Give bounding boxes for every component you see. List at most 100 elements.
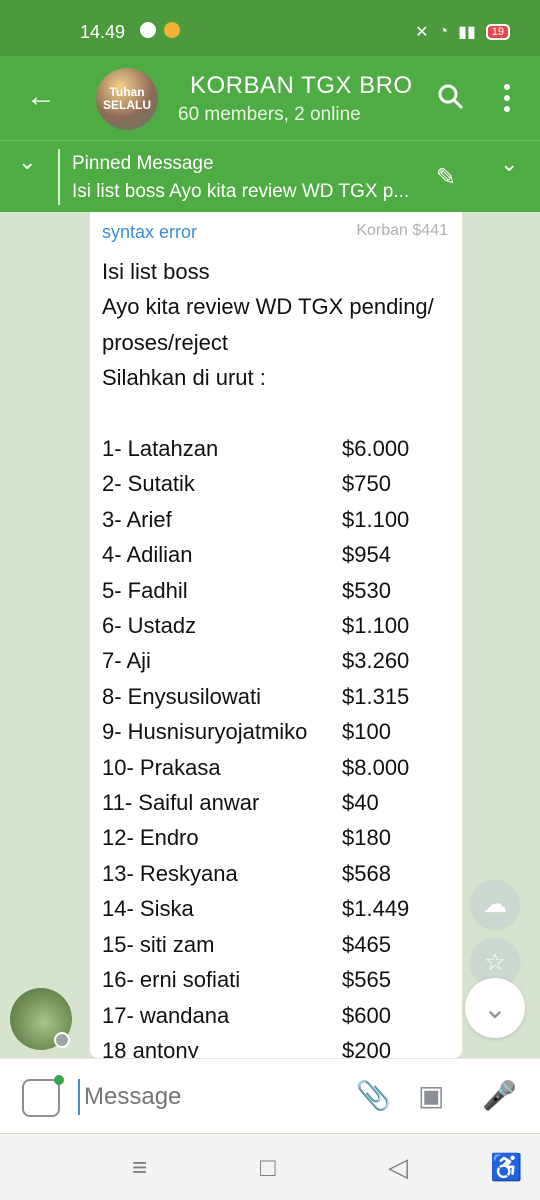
list-item-amount: $1.315: [342, 683, 410, 709]
list-item-amount: $200: [342, 1037, 391, 1058]
scroll-down-button[interactable]: ⌄: [465, 978, 525, 1038]
list-item-amount: $40: [342, 790, 379, 816]
list-item-amount: $530: [342, 577, 391, 603]
message-line: Isi list boss: [102, 259, 210, 284]
message-sender[interactable]: syntax error: [102, 222, 197, 243]
sender-avatar[interactable]: [10, 988, 72, 1050]
list-item-name: 8- Enysusilowati: [102, 683, 261, 709]
group-subtitle: 60 members, 2 online: [178, 104, 361, 125]
message-body: Isi list boss Ayo kita review WD TGX pen…: [102, 254, 454, 1058]
list-item: 2- Sutatik $750: [102, 466, 454, 501]
cloud-icon[interactable]: ☁: [471, 880, 519, 928]
list-item: 16- erni sofiati $565: [102, 962, 454, 997]
list-item-amount: $1.100: [342, 506, 410, 532]
list-item-name: 3- Arief: [102, 506, 172, 532]
back-arrow-icon[interactable]: ←: [26, 80, 56, 114]
list-item-name: 11- Saiful anwar: [102, 790, 260, 816]
avatar-text-bottom: SELALU: [103, 98, 151, 112]
list-item-name: 12- Endro: [102, 825, 199, 851]
message-line: Ayo kita review WD TGX pending/: [102, 294, 434, 320]
list-item-name: 17- wandana: [102, 1002, 230, 1028]
list-item-amount: $3.260: [342, 648, 410, 674]
pinned-message-bar[interactable]: ⌄ Pinned Message Isi list boss Ayo kita …: [0, 140, 540, 213]
list-item-name: 1- Latahzan: [102, 436, 219, 462]
emoji-badge: [54, 1075, 64, 1085]
list-item: 17- wandana $600: [102, 998, 454, 1033]
pinned-indicator: [58, 149, 60, 205]
list-item-name: 2- Sutatik: [102, 471, 195, 497]
home-icon[interactable]: □: [260, 1152, 276, 1183]
list-item: 6- Ustadz $1.100: [102, 608, 454, 643]
message-line: Silahkan di urut :: [102, 365, 266, 391]
list-item-amount: $100: [342, 719, 391, 745]
signal-icon: ▮▮: [458, 24, 476, 41]
list-item: 4- Adilian $954: [102, 537, 454, 572]
status-time: 14.49: [80, 22, 126, 42]
list-item-name: 9- Husnisuryojatmiko: [102, 719, 308, 745]
list-item: 13- Reskyana $568: [102, 856, 454, 891]
list-item-amount: $6.000: [342, 436, 410, 462]
list-item: 11- Saiful anwar $40: [102, 785, 454, 820]
list-item-amount: $565: [342, 967, 391, 993]
chevron-down-icon[interactable]: ⌄: [500, 151, 518, 177]
vibrate-icon: ✕: [415, 24, 429, 41]
list-item-amount: $465: [342, 931, 391, 957]
pinned-title: Pinned Message: [72, 153, 214, 174]
message-line: proses/reject: [102, 329, 228, 355]
list-item-name: 10- Prakasa: [102, 754, 221, 780]
system-navigation-bar: ≡ □ ◁ ♿: [0, 1134, 540, 1200]
emoji-icon[interactable]: [22, 1075, 64, 1117]
list-item-amount: $8.000: [342, 754, 410, 780]
chat-header: ← Tuhan SELALU KORBAN TGX BRO 60 members…: [0, 56, 540, 140]
search-icon[interactable]: [436, 82, 466, 112]
list-item-amount: $750: [342, 471, 391, 497]
list-item: 5- Fadhil $530: [102, 573, 454, 608]
accessibility-icon[interactable]: ♿: [490, 1152, 522, 1183]
presence-indicator: [54, 1032, 70, 1048]
app-notification-icon: [164, 22, 180, 38]
group-title[interactable]: KORBAN TGX BRO: [190, 72, 413, 100]
list-item: 9- Husnisuryojatmiko $100: [102, 714, 454, 749]
list-item: 14- Siska $1.449: [102, 891, 454, 926]
list-item-amount: $568: [342, 860, 391, 886]
list-item: 7- Aji $3.260: [102, 643, 454, 678]
list-item-name: 6- Ustadz: [102, 613, 197, 639]
chevron-down-icon[interactable]: ⌄: [18, 149, 36, 175]
sticker-icon[interactable]: ▣: [418, 1079, 444, 1112]
list-item-amount: $954: [342, 542, 391, 568]
list-item-amount: $600: [342, 1002, 391, 1028]
list-item-name: 15- siti zam: [102, 931, 215, 957]
list-item-name: 13- Reskyana: [102, 860, 238, 886]
list-item: 1- Latahzan $6.000: [102, 431, 454, 466]
list-item: 15- siti zam $465: [102, 927, 454, 962]
list-item-amount: $1.100: [342, 613, 410, 639]
pinned-text: Isi list boss Ayo kita review WD TGX p..…: [72, 181, 410, 202]
list-item: 3- Arief $1.100: [102, 502, 454, 537]
back-icon[interactable]: ◁: [388, 1152, 408, 1183]
recent-apps-icon[interactable]: ≡: [132, 1152, 147, 1183]
list-item-name: 4- Adilian: [102, 542, 193, 568]
list-item-name: 16- erni sofiati: [102, 967, 241, 993]
status-bar: 14.49 ✕ ◔ ▮▮ 19: [0, 0, 540, 56]
facebook-icon: [140, 22, 156, 38]
list-item-name: 14- Siska: [102, 896, 194, 922]
list-item-name: 5- Fadhil: [102, 577, 188, 603]
list-item-name: 7- Aji: [102, 648, 151, 674]
message-bubble[interactable]: syntax error Korban $441 Isi list boss A…: [90, 212, 462, 1058]
list-item: 12- Endro $180: [102, 820, 454, 855]
message-input[interactable]: [78, 1079, 356, 1115]
unpin-list-icon[interactable]: ✎: [436, 163, 456, 192]
list-item: 10- Prakasa $8.000: [102, 750, 454, 785]
overflow-menu-icon[interactable]: [504, 84, 510, 117]
microphone-icon[interactable]: 🎤: [482, 1079, 517, 1112]
list-item: 18 antony $200: [102, 1033, 454, 1058]
chat-area[interactable]: syntax error Korban $441 Isi list boss A…: [0, 212, 540, 1058]
wifi-icon: ◔: [438, 23, 449, 40]
admin-tag: Korban $441: [356, 222, 448, 239]
list-item-amount: $180: [342, 825, 391, 851]
message-input-bar: 📎 ▣ 🎤: [0, 1058, 540, 1133]
group-avatar[interactable]: Tuhan SELALU: [96, 68, 158, 130]
battery-icon: 19: [485, 24, 510, 40]
attach-icon[interactable]: 📎: [356, 1079, 391, 1112]
list-item-name: 18 antony: [102, 1037, 199, 1058]
